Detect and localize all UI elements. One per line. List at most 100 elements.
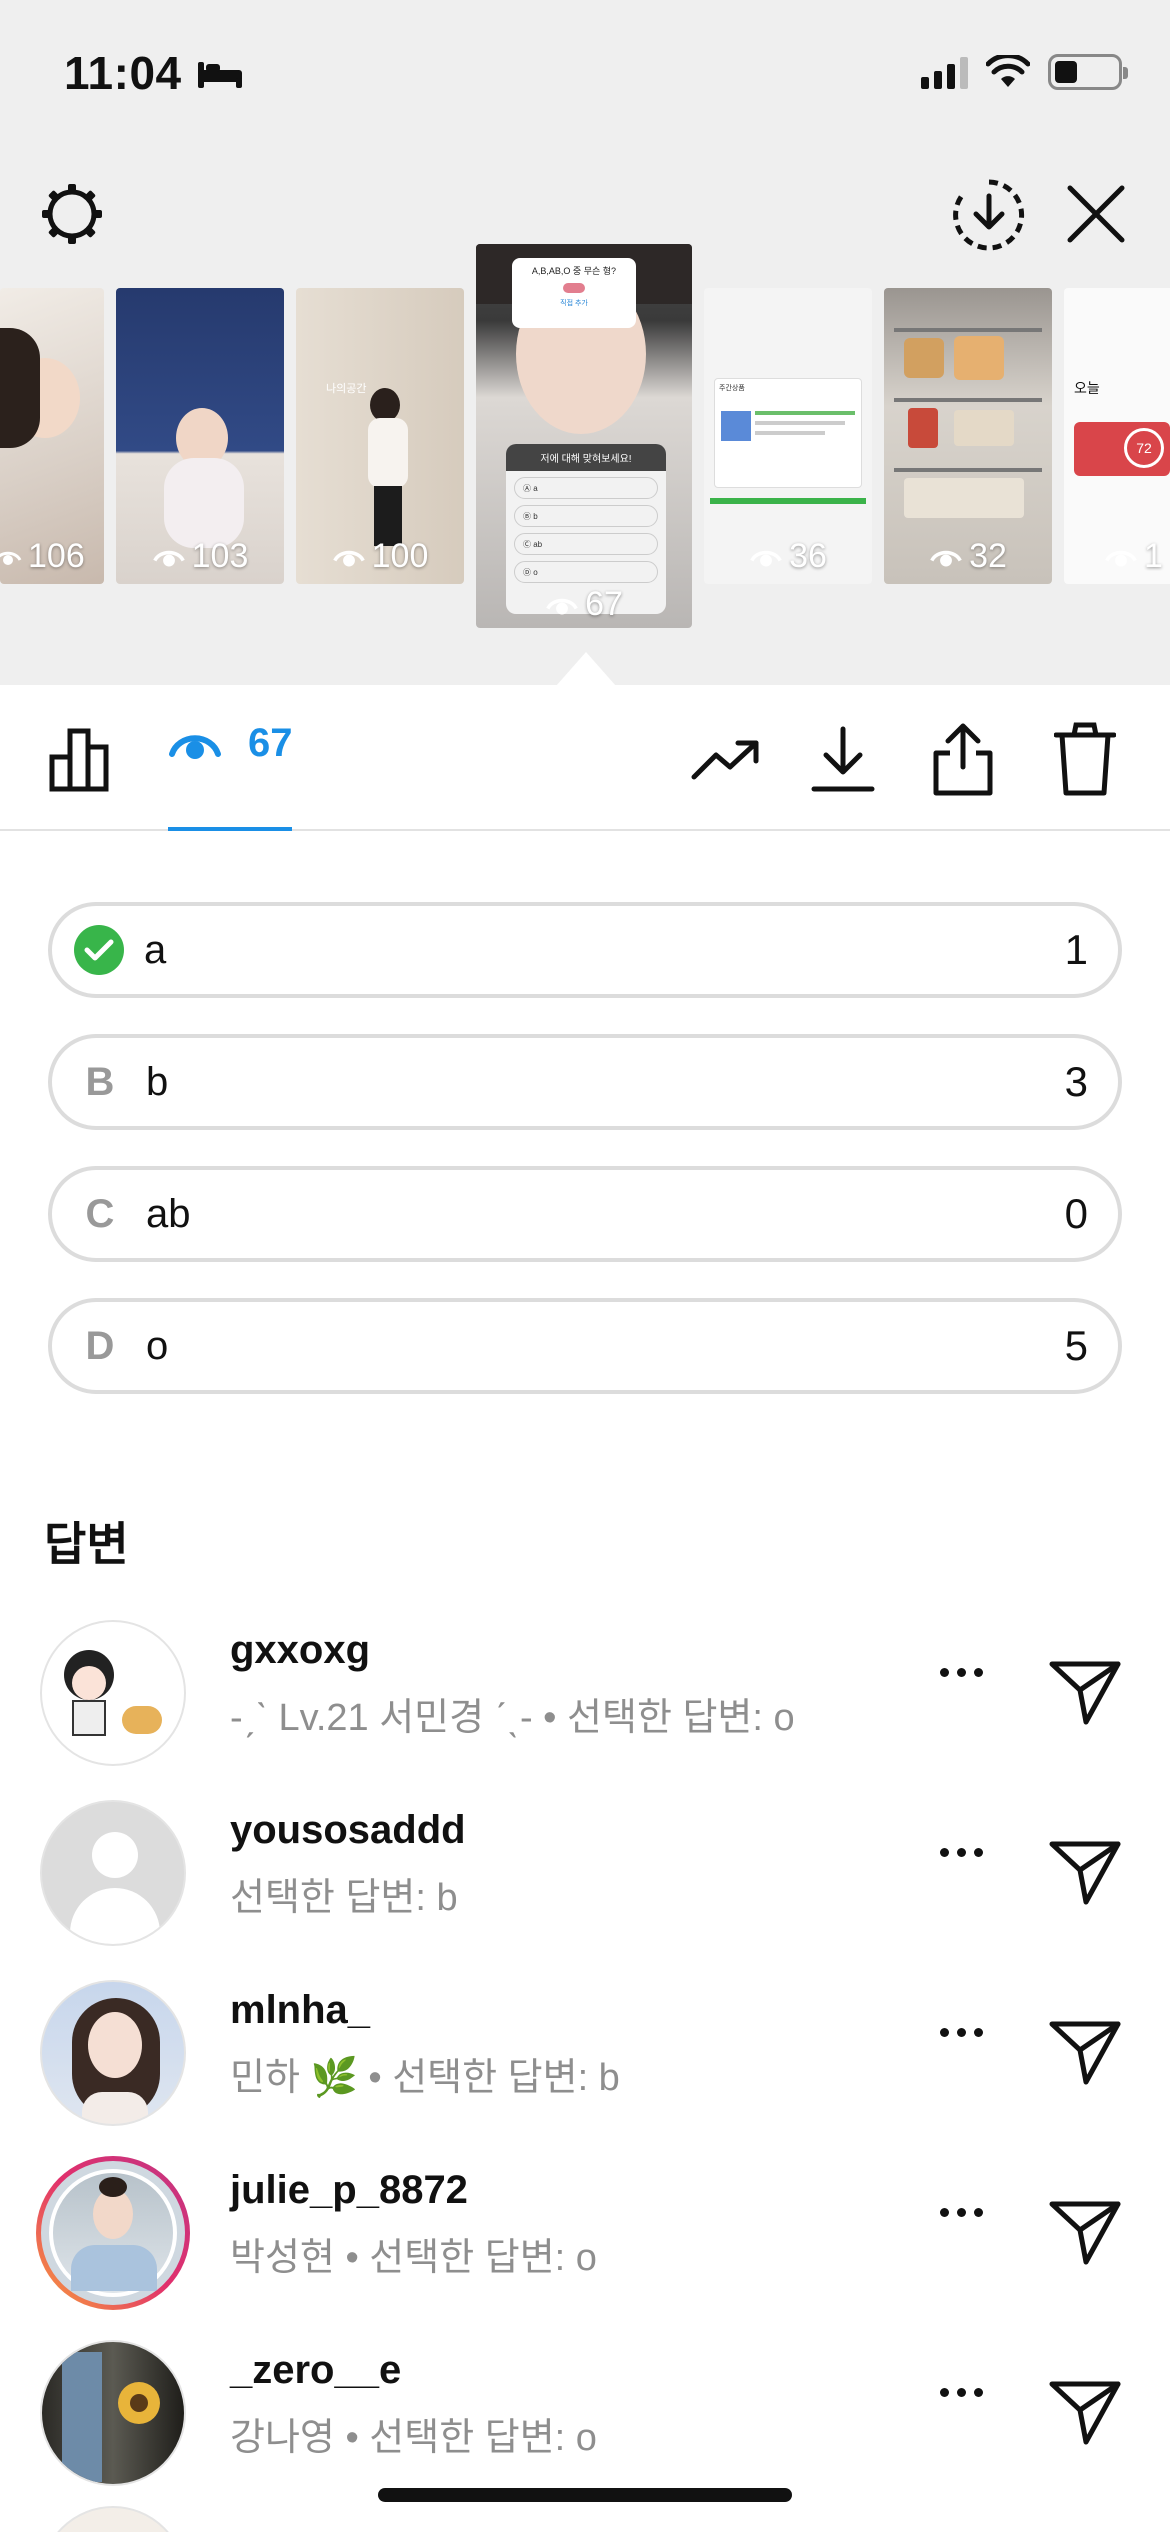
- quiz-mini-option: a: [533, 484, 538, 493]
- avatar[interactable]: [40, 2340, 186, 2486]
- avatar[interactable]: [40, 1620, 186, 1766]
- insights-tab[interactable]: [44, 721, 120, 797]
- bar-chart-icon: [49, 728, 109, 792]
- answer-row[interactable]: _zero__e 강나영 • 선택한 답변: o: [0, 2320, 1170, 2500]
- answer-username[interactable]: mlnha_: [230, 1988, 370, 2033]
- quiz-mini-option: ab: [533, 540, 543, 549]
- battery-icon: [1048, 54, 1128, 90]
- more-options-button[interactable]: [940, 1668, 983, 1677]
- story-caption: 오늘: [1074, 380, 1100, 396]
- wifi-icon: [986, 55, 1030, 87]
- download-circle-icon: [953, 179, 1025, 251]
- avatar-with-story-ring[interactable]: [36, 2156, 190, 2310]
- quiz-option-count: 5: [1064, 1322, 1088, 1369]
- share-icon: [933, 723, 993, 796]
- more-options-button[interactable]: [940, 2208, 983, 2217]
- more-options-button[interactable]: [940, 2388, 983, 2397]
- story-view-count: 67: [585, 585, 623, 623]
- insights-toolbar: 67: [0, 685, 1170, 831]
- story-view-count: 36: [789, 537, 827, 575]
- answer-row[interactable]: yousosaddd 선택한 답변: b: [0, 1780, 1170, 1960]
- active-tab-indicator: [168, 827, 292, 831]
- send-message-button[interactable]: [1046, 1832, 1126, 1912]
- promote-button[interactable]: [688, 727, 764, 791]
- story-view-count: 106: [28, 537, 85, 575]
- story-gauge-value: 72: [1124, 428, 1164, 468]
- download-icon: [811, 726, 875, 792]
- story-thumbnail-selected[interactable]: A,B,AB,O 중 무슨 형? 직접 추가 저에 대해 맞혀보세요! Ⓐ a …: [476, 244, 692, 628]
- settings-button[interactable]: [36, 178, 108, 250]
- answer-row[interactable]: mlnha_ 민하 🌿 • 선택한 답변: b: [0, 1960, 1170, 2140]
- eye-icon: [750, 550, 782, 566]
- question-sticker: A,B,AB,O 중 무슨 형? 직접 추가: [512, 258, 636, 328]
- quiz-option-letter: B: [85, 1059, 115, 1104]
- viewers-count: 67: [248, 721, 293, 765]
- answer-username[interactable]: _zero__e: [230, 2348, 401, 2393]
- reply-label: 직접 추가: [560, 300, 588, 307]
- home-indicator: [378, 2488, 792, 2502]
- download-story-button[interactable]: [950, 176, 1028, 254]
- answer-row[interactable]: gxxoxg -ˏˋ Lv.21 서민경 ˊˎ- • 선택한 답변: o: [0, 1600, 1170, 1780]
- close-button[interactable]: [1060, 178, 1132, 250]
- more-options-button[interactable]: [940, 1848, 983, 1857]
- story-view-count: 32: [969, 537, 1007, 575]
- selected-story-pointer: [556, 652, 616, 686]
- eye-icon: [1105, 550, 1137, 566]
- quiz-option-count: 1: [1064, 926, 1088, 973]
- send-message-button[interactable]: [1046, 1652, 1126, 1732]
- quiz-option-text: a: [144, 927, 167, 972]
- answer-subtitle: 민하 🌿 • 선택한 답변: b: [230, 2057, 620, 2099]
- story-thumbnail[interactable]: 103: [116, 288, 284, 584]
- story-view-count: 1: [1144, 537, 1163, 575]
- avatar[interactable]: [40, 1980, 186, 2126]
- status-time: 11:04: [64, 47, 182, 99]
- story-view-count: 103: [191, 537, 249, 575]
- cellular-signal-icon: [921, 55, 968, 89]
- save-button[interactable]: [808, 721, 878, 797]
- answer-row[interactable]: julie_p_8872 박성현 • 선택한 답변: o: [0, 2140, 1170, 2320]
- quiz-option-count: 0: [1064, 1190, 1088, 1237]
- answer-username[interactable]: gxxoxg: [230, 1628, 370, 1673]
- answer-subtitle: 강나영 • 선택한 답변: o: [230, 2417, 597, 2459]
- more-options-button[interactable]: [940, 2028, 983, 2037]
- story-caption: 주간상품: [719, 385, 745, 392]
- share-button[interactable]: [930, 719, 996, 799]
- send-message-button[interactable]: [1046, 2192, 1126, 2272]
- quiz-mini-option: o: [533, 568, 538, 577]
- story-thumbnail[interactable]: 32: [884, 288, 1052, 584]
- send-message-button[interactable]: [1046, 2012, 1126, 2092]
- sleep-mode-icon: [198, 62, 242, 88]
- quiz-option-text: ab: [146, 1191, 191, 1236]
- story-thumbnail[interactable]: 106: [0, 288, 104, 584]
- trash-icon: [1054, 722, 1116, 796]
- delete-button[interactable]: [1052, 719, 1118, 799]
- answer-subtitle: 선택한 답변: b: [230, 1877, 458, 1919]
- send-message-button[interactable]: [1046, 2372, 1126, 2452]
- eye-icon: [152, 550, 185, 566]
- viewers-tab[interactable]: 67: [168, 721, 293, 766]
- answer-username[interactable]: yousosaddd: [230, 1808, 466, 1853]
- answers-section-title: 답변: [44, 1518, 129, 1570]
- story-thumbnail-strip[interactable]: 106 103 나의공간 100 A,B,AB,O 중 무슨 형? 직접 추가 …: [0, 244, 1170, 644]
- status-icons: [921, 54, 1128, 90]
- story-thumbnail[interactable]: 오늘 72 1: [1064, 288, 1170, 584]
- quiz-mini-option: b: [533, 512, 538, 521]
- quiz-option-count: 3: [1064, 1058, 1088, 1105]
- eye-icon: [169, 734, 221, 759]
- story-thumbnail[interactable]: 나의공간 100: [296, 288, 464, 584]
- eye-icon: [546, 598, 578, 614]
- story-caption: 나의공간: [326, 383, 367, 395]
- quiz-option-text: o: [146, 1323, 169, 1368]
- quiz-option: C ab 0: [48, 1166, 1122, 1262]
- close-icon: [1067, 185, 1125, 243]
- quiz-option-letter: D: [85, 1323, 115, 1368]
- gear-icon: [42, 184, 102, 244]
- answer-subtitle: 박성현 • 선택한 답변: o: [230, 2237, 597, 2279]
- avatar[interactable]: [40, 1800, 186, 1946]
- trending-up-icon: [691, 740, 759, 780]
- answer-username[interactable]: julie_p_8872: [230, 2168, 468, 2213]
- eye-icon: [0, 551, 22, 565]
- checkmark-icon: [74, 925, 124, 975]
- quiz-option-correct: a 1: [48, 902, 1122, 998]
- story-thumbnail[interactable]: 주간상품 36: [704, 288, 872, 584]
